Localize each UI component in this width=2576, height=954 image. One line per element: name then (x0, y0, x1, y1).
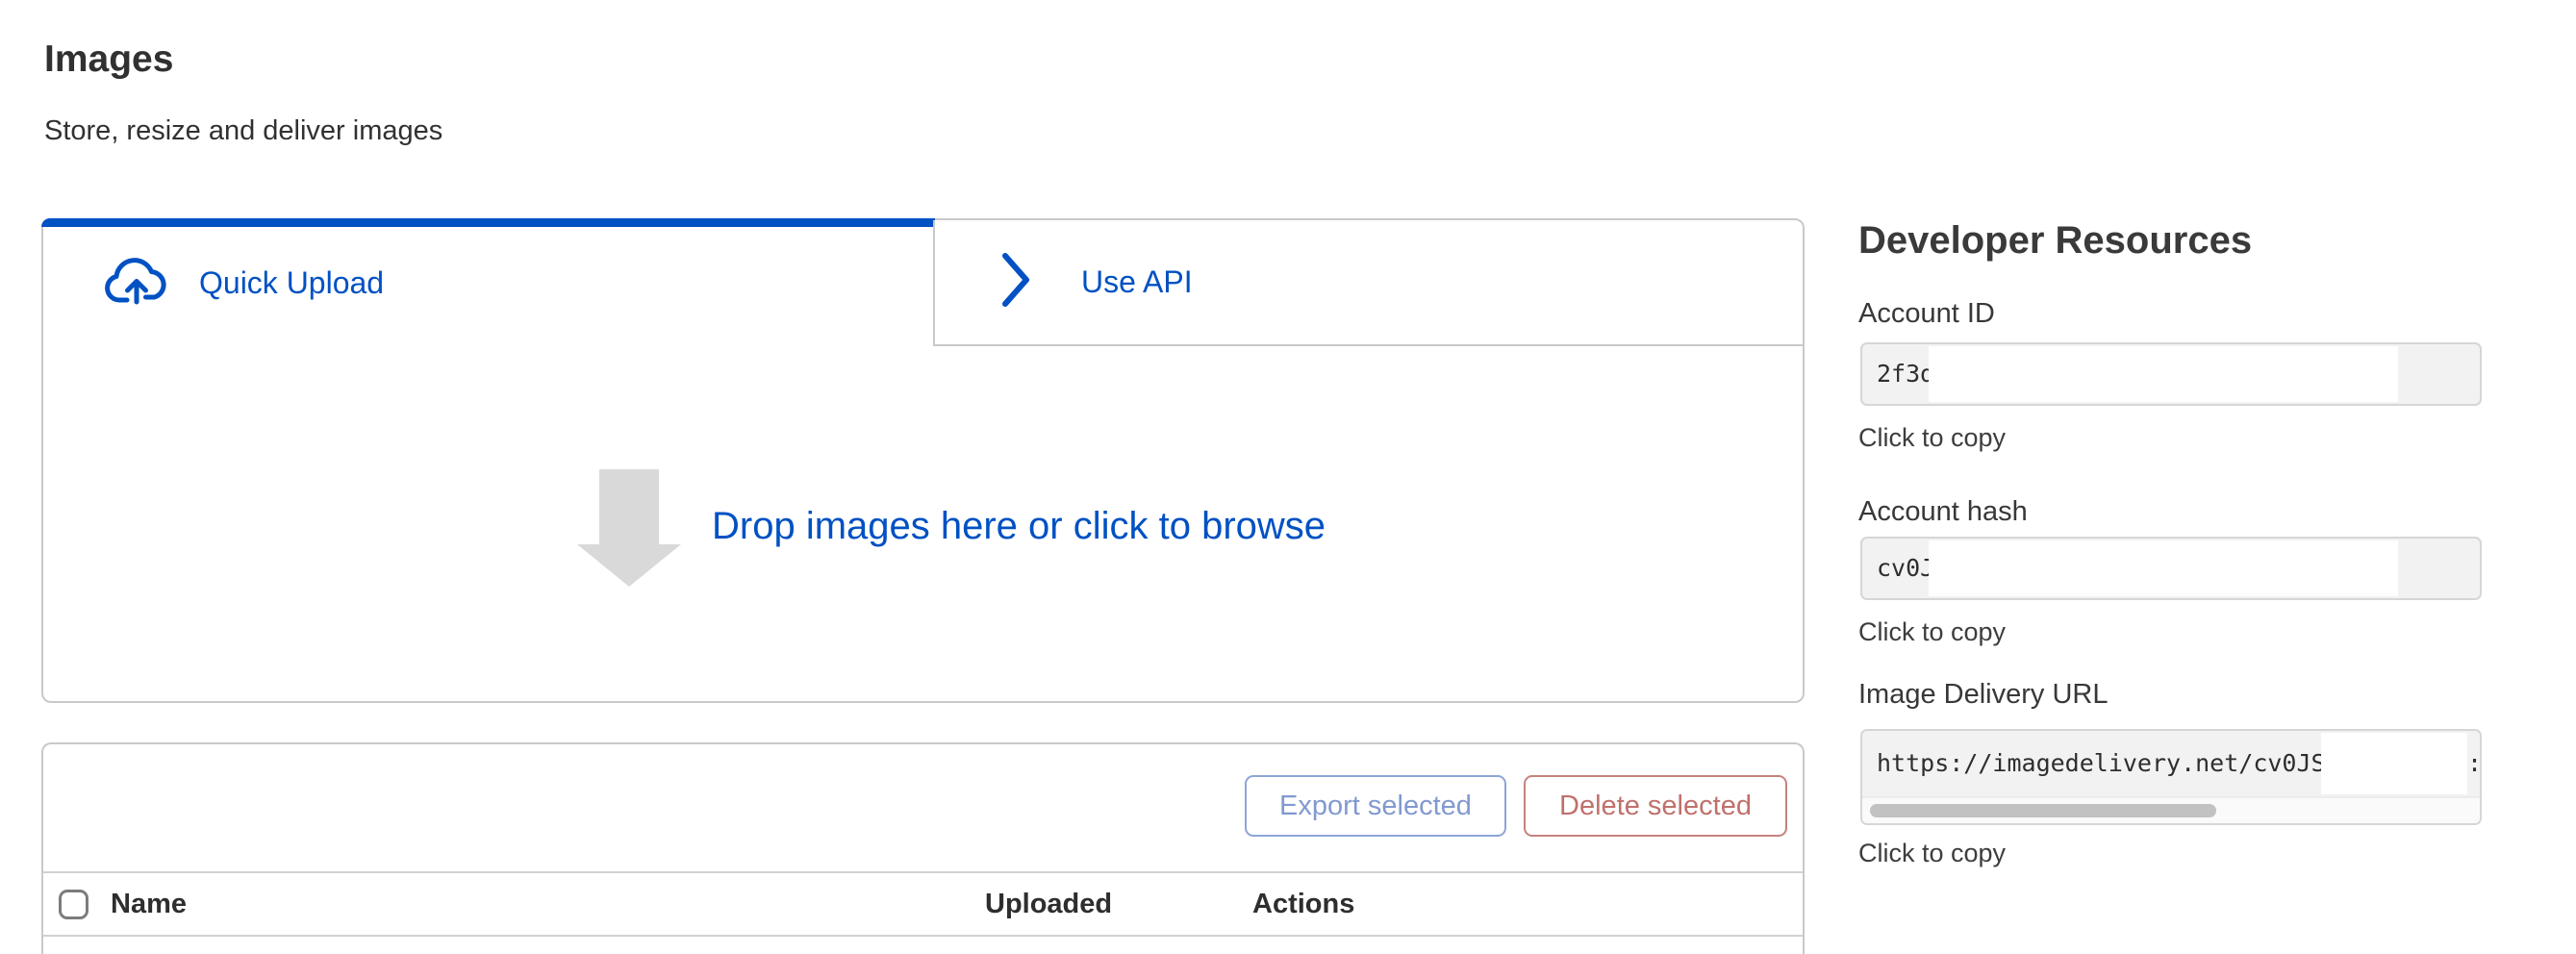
redaction-overlay (2321, 733, 2467, 794)
account-id-label: Account ID (1858, 298, 1995, 330)
column-header-name: Name (111, 889, 187, 920)
page-title: Images (44, 38, 173, 81)
down-arrow-icon (577, 544, 681, 587)
export-selected-button[interactable]: Export selected (1245, 775, 1506, 837)
dropzone-label: Drop images here or click to browse (712, 505, 1326, 548)
image-dropzone[interactable]: Drop images here or click to browse (43, 346, 1803, 701)
image-delivery-url-tail: : (2467, 731, 2482, 796)
image-delivery-url-copy-hint: Click to copy (1858, 839, 2006, 868)
column-header-actions: Actions (1252, 889, 1354, 920)
image-delivery-url-field[interactable]: https://imagedelivery.net/cv0JSj : (1860, 729, 2482, 825)
table-toolbar: Export selected Delete selected (43, 744, 1803, 873)
account-hash-label: Account hash (1858, 496, 2028, 528)
horizontal-scrollbar-track (1862, 796, 2480, 823)
table-header-row: Name Uploaded Actions (43, 873, 1803, 937)
chevron-right-icon (1000, 251, 1031, 314)
account-hash-value: cv0J (1877, 539, 1934, 598)
account-id-field[interactable]: 2f3d (1860, 342, 2482, 406)
sidebar-heading: Developer Resources (1858, 219, 2252, 263)
page-subtitle: Store, resize and deliver images (44, 115, 442, 147)
upload-panel: Quick Upload Use API Drop images here or… (41, 218, 1805, 703)
account-hash-field[interactable]: cv0J (1860, 537, 2482, 600)
image-delivery-url-label: Image Delivery URL (1858, 679, 2108, 711)
redaction-overlay (1929, 346, 2398, 402)
cloud-upload-icon (104, 257, 169, 310)
redaction-overlay (1929, 540, 2398, 596)
horizontal-scrollbar-thumb[interactable] (1870, 804, 2216, 817)
tab-use-api-label: Use API (1081, 264, 1193, 300)
column-header-uploaded: Uploaded (985, 889, 1112, 920)
account-hash-copy-hint: Click to copy (1858, 617, 2006, 647)
images-table-panel: Export selected Delete selected Name Upl… (41, 742, 1805, 954)
select-all-checkbox[interactable] (59, 890, 88, 919)
delete-selected-button[interactable]: Delete selected (1524, 775, 1787, 837)
down-arrow-icon (599, 469, 659, 545)
account-id-copy-hint: Click to copy (1858, 423, 2006, 453)
tab-quick-upload-label: Quick Upload (199, 265, 384, 301)
tab-quick-upload[interactable]: Quick Upload (43, 220, 933, 346)
developer-resources-sidebar: Developer Resources Account ID 2f3d Clic… (1858, 0, 2532, 954)
account-id-value: 2f3d (1877, 344, 1934, 404)
tab-use-api[interactable]: Use API (933, 220, 1803, 346)
image-delivery-url-value: https://imagedelivery.net/cv0JSj (1877, 731, 2340, 796)
